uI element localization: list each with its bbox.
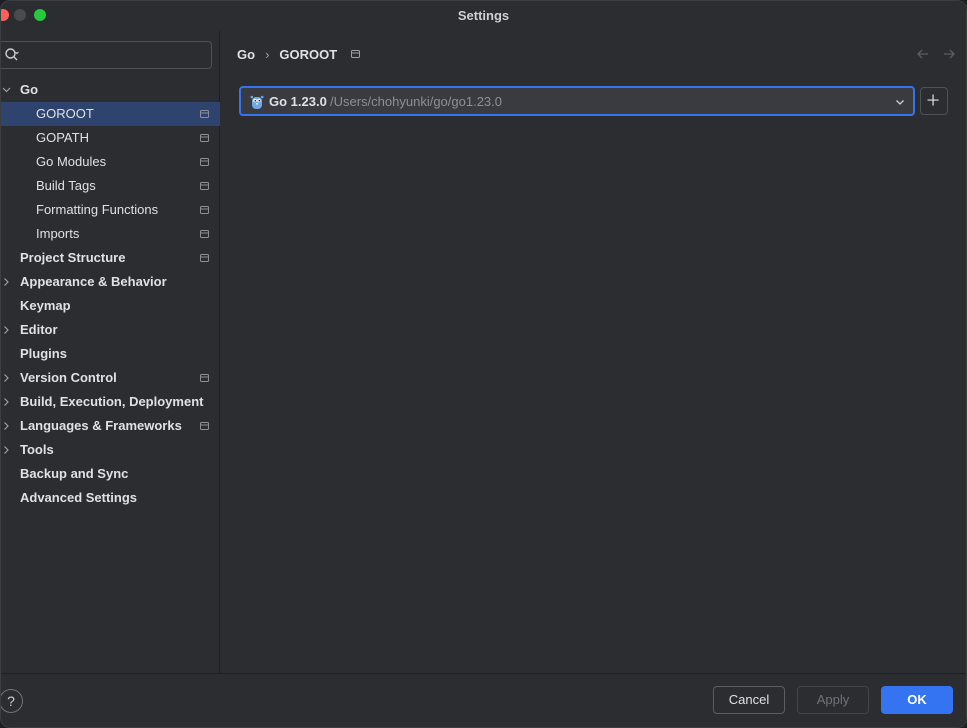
sidebar-item-label: Go <box>20 82 39 97</box>
sidebar-item-tools[interactable]: Tools <box>1 438 220 462</box>
chevron-right-icon[interactable] <box>1 318 13 342</box>
sidebar-item-build-execution-deployment[interactable]: Build, Execution, Deployment <box>1 390 220 414</box>
sidebar-item-label: Build, Execution, Deployment <box>20 394 204 409</box>
ok-button[interactable]: OK <box>881 686 953 714</box>
breadcrumb: Go › GOROOT <box>237 46 361 62</box>
settings-window: Settings Go GOROOT GOPATH Go Modules Build T… <box>0 0 967 728</box>
chevron-right-icon[interactable] <box>1 414 13 438</box>
project-level-icon <box>200 158 209 166</box>
chevron-down-icon <box>896 100 904 105</box>
sidebar-item-languages-frameworks[interactable]: Languages & Frameworks <box>1 414 220 438</box>
sidebar-item-label: Formatting Functions <box>36 202 159 217</box>
sidebar-item-label: Imports <box>36 226 80 241</box>
project-level-icon <box>200 374 209 382</box>
chevron-right-icon[interactable] <box>1 366 13 390</box>
breadcrumb-current: GOROOT <box>279 46 338 62</box>
sidebar-item-label: GOPATH <box>36 130 89 145</box>
project-level-icon <box>351 50 361 58</box>
sidebar-item-label: Tools <box>20 442 54 457</box>
apply-button[interactable]: Apply <box>797 686 869 714</box>
sidebar-item-gopath[interactable]: GOPATH <box>1 126 220 150</box>
sidebar-item-advanced-settings[interactable]: Advanced Settings <box>1 486 220 510</box>
chevron-right-icon[interactable] <box>1 438 13 462</box>
window-title: Settings <box>457 8 510 23</box>
chevron-right-icon[interactable] <box>1 390 13 414</box>
sidebar-item-backup-and-sync[interactable]: Backup and Sync <box>1 462 220 486</box>
project-level-icon <box>200 110 209 118</box>
navigation-arrows <box>916 47 956 61</box>
sidebar-item-label: Languages & Frameworks <box>20 418 182 433</box>
sidebar-item-label: Keymap <box>20 298 71 313</box>
sidebar-item-label: Project Structure <box>20 250 126 265</box>
project-level-icon <box>200 254 209 262</box>
search-icon <box>5 48 19 61</box>
sdk-version: Go 1.23.0 <box>269 94 327 109</box>
gopher-icon <box>250 95 264 109</box>
title-bar: Settings <box>1 1 966 31</box>
sidebar-item-label: Editor <box>20 322 58 337</box>
add-sdk-button[interactable] <box>920 87 948 115</box>
sidebar-item-label: Go Modules <box>36 154 107 169</box>
search-input[interactable] <box>1 41 212 69</box>
chevron-right-icon[interactable] <box>1 270 13 294</box>
project-level-icon <box>200 182 209 190</box>
sidebar-item-goroot[interactable]: GOROOT <box>1 102 220 126</box>
sidebar-item-plugins[interactable]: Plugins <box>1 342 220 366</box>
sidebar-item-editor[interactable]: Editor <box>1 318 220 342</box>
help-button[interactable]: ? <box>1 689 23 713</box>
sidebar-item-label: GOROOT <box>36 106 94 121</box>
sidebar-item-label: Appearance & Behavior <box>20 274 167 289</box>
goroot-panel: Go › GOROOT Go 1.23.0 /Users/chohyunki/g… <box>221 31 966 673</box>
sidebar-item-go-modules[interactable]: Go Modules <box>1 150 220 174</box>
sidebar-item-keymap[interactable]: Keymap <box>1 294 220 318</box>
project-level-icon <box>200 422 209 430</box>
project-level-icon <box>200 134 209 142</box>
sidebar-item-label: Plugins <box>20 346 67 361</box>
breadcrumb-parent[interactable]: Go <box>237 47 255 62</box>
forward-arrow-icon[interactable] <box>942 47 956 61</box>
goroot-sdk-select[interactable]: Go 1.23.0 /Users/chohyunki/go/go1.23.0 <box>239 86 915 116</box>
breadcrumb-separator: › <box>265 46 270 62</box>
sidebar-item-label: Build Tags <box>36 178 96 193</box>
sidebar-item-label: Version Control <box>20 370 117 385</box>
sidebar-item-project-structure[interactable]: Project Structure <box>1 246 220 270</box>
sidebar-item-go[interactable]: Go <box>1 78 220 102</box>
sidebar-item-appearance-behavior[interactable]: Appearance & Behavior <box>1 270 220 294</box>
plus-icon <box>927 94 939 106</box>
sidebar-item-label: Advanced Settings <box>20 490 138 505</box>
sidebar-item-formatting-functions[interactable]: Formatting Functions <box>1 198 220 222</box>
settings-sidebar: Go GOROOT GOPATH Go Modules Build Tags Format… <box>1 31 220 673</box>
sidebar-item-imports[interactable]: Imports <box>1 222 220 246</box>
cancel-button[interactable]: Cancel <box>713 686 785 714</box>
project-level-icon <box>200 230 209 238</box>
sidebar-item-build-tags[interactable]: Build Tags <box>1 174 220 198</box>
settings-tree: Go GOROOT GOPATH Go Modules Build Tags Format… <box>1 78 220 510</box>
sdk-path: /Users/chohyunki/go/go1.23.0 <box>330 94 502 109</box>
chevron-down-icon[interactable] <box>1 78 13 102</box>
dialog-footer: ? Cancel Apply OK <box>1 673 966 727</box>
project-level-icon <box>200 206 209 214</box>
back-arrow-icon[interactable] <box>916 47 930 61</box>
sidebar-item-label: Backup and Sync <box>20 466 129 481</box>
sidebar-item-version-control[interactable]: Version Control <box>1 366 220 390</box>
